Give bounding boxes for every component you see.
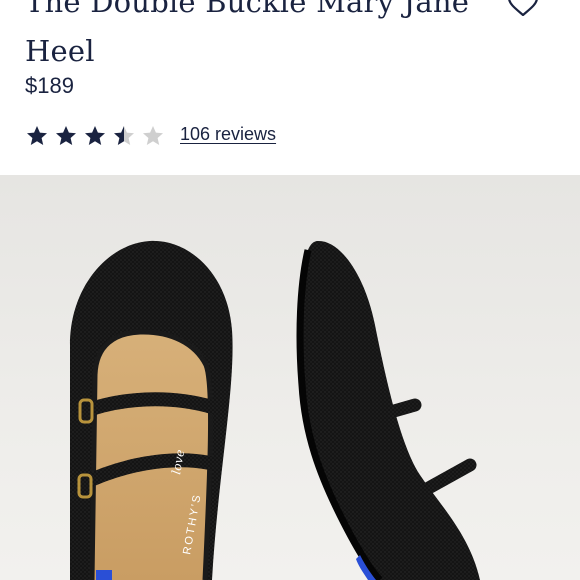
product-price: $189 <box>25 73 74 98</box>
product-image[interactable]: love ROTHY'S <box>0 175 580 580</box>
product-title: The Double Buckle Mary Jane Heel <box>25 0 470 68</box>
star-icon <box>56 126 76 145</box>
star-icon <box>85 126 105 145</box>
reviews-link[interactable]: 106 reviews <box>180 124 276 145</box>
star-icon <box>27 126 47 145</box>
shoe-illustration: love ROTHY'S <box>70 240 480 580</box>
heart-icon[interactable] <box>506 0 540 16</box>
product-header: The Double Buckle Mary Jane Heel $189 10… <box>0 0 580 175</box>
left-shoe: love ROTHY'S <box>70 240 233 580</box>
star-empty-icon <box>143 126 163 145</box>
star-rating <box>25 124 165 150</box>
right-shoe <box>296 240 480 580</box>
star-half-icon <box>114 126 134 145</box>
